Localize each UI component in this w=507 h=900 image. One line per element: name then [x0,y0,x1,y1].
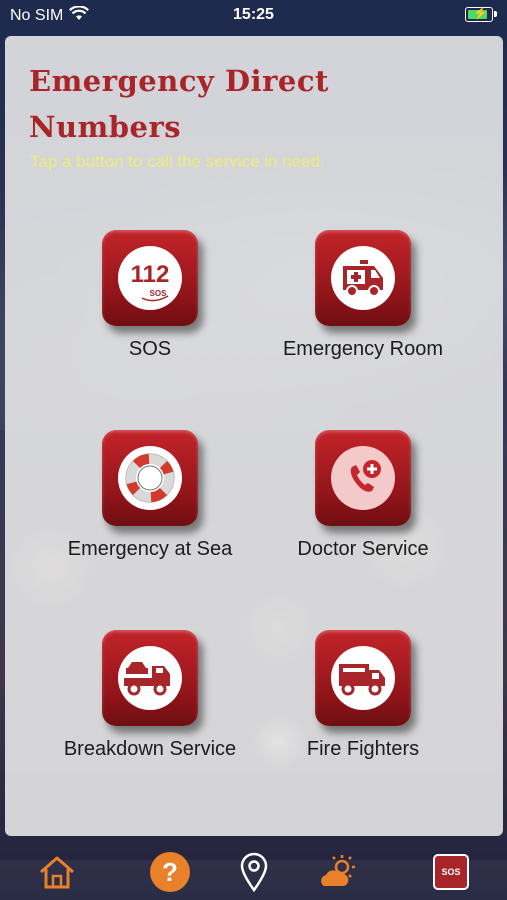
tab-home[interactable] [37,852,77,892]
phone-plus-icon [331,446,395,510]
ambulance-icon [331,246,395,310]
tab-map[interactable] [234,852,274,892]
breakdown-service-button[interactable] [102,630,198,726]
status-time: 15:25 [233,6,274,23]
tab-sos[interactable]: SOS [431,852,471,892]
sos-icon: SOS [433,854,469,890]
help-icon: ? [150,852,190,892]
service-label: Emergency Room [282,338,444,360]
tab-weather[interactable] [318,852,358,892]
service-tile-sos[interactable]: 112 SOS SOS [40,230,260,361]
bottom-tab-bar: ? SOS [0,842,507,900]
fire-truck-icon [331,646,395,710]
service-label: Doctor Service [297,538,429,560]
emergency-at-sea-button[interactable] [102,430,198,526]
service-tile-doctor-service[interactable]: Doctor Service [253,430,473,561]
service-tile-emergency-at-sea[interactable]: Emergency at Sea [40,430,260,561]
tab-help[interactable]: ? [150,852,190,892]
home-icon [40,856,74,889]
sos-button[interactable]: 112 SOS [102,230,198,326]
service-label: SOS [128,338,172,360]
weather-icon [321,855,355,886]
page-title: Emergency Direct Numbers [29,64,329,144]
tow-truck-icon [118,646,182,710]
emergency-room-button[interactable] [315,230,411,326]
lifebuoy-icon [118,446,182,510]
sos-badge-text: SOS [150,289,168,298]
service-tile-fire-fighters[interactable]: Fire Fighters [253,630,473,761]
main-panel: Emergency Direct Numbers Tap a button to… [5,36,503,836]
service-label: Fire Fighters [306,738,420,760]
service-label: Emergency at Sea [67,538,233,560]
page-subtitle: Tap a button to call the service in need… [30,152,325,171]
fire-fighters-button[interactable] [315,630,411,726]
service-label: Breakdown Service [63,738,237,760]
service-tile-emergency-room[interactable]: Emergency Room [253,230,473,361]
sos-112-icon: 112 SOS [118,246,182,310]
doctor-service-button[interactable] [315,430,411,526]
service-tile-breakdown-service[interactable]: Breakdown Service [40,630,260,761]
battery-icon: ⚡ [465,6,497,22]
sos-badge-number: 112 [131,261,170,288]
location-pin-icon [240,852,268,892]
status-bar: No SIM 15:25 ⚡ [0,0,507,32]
